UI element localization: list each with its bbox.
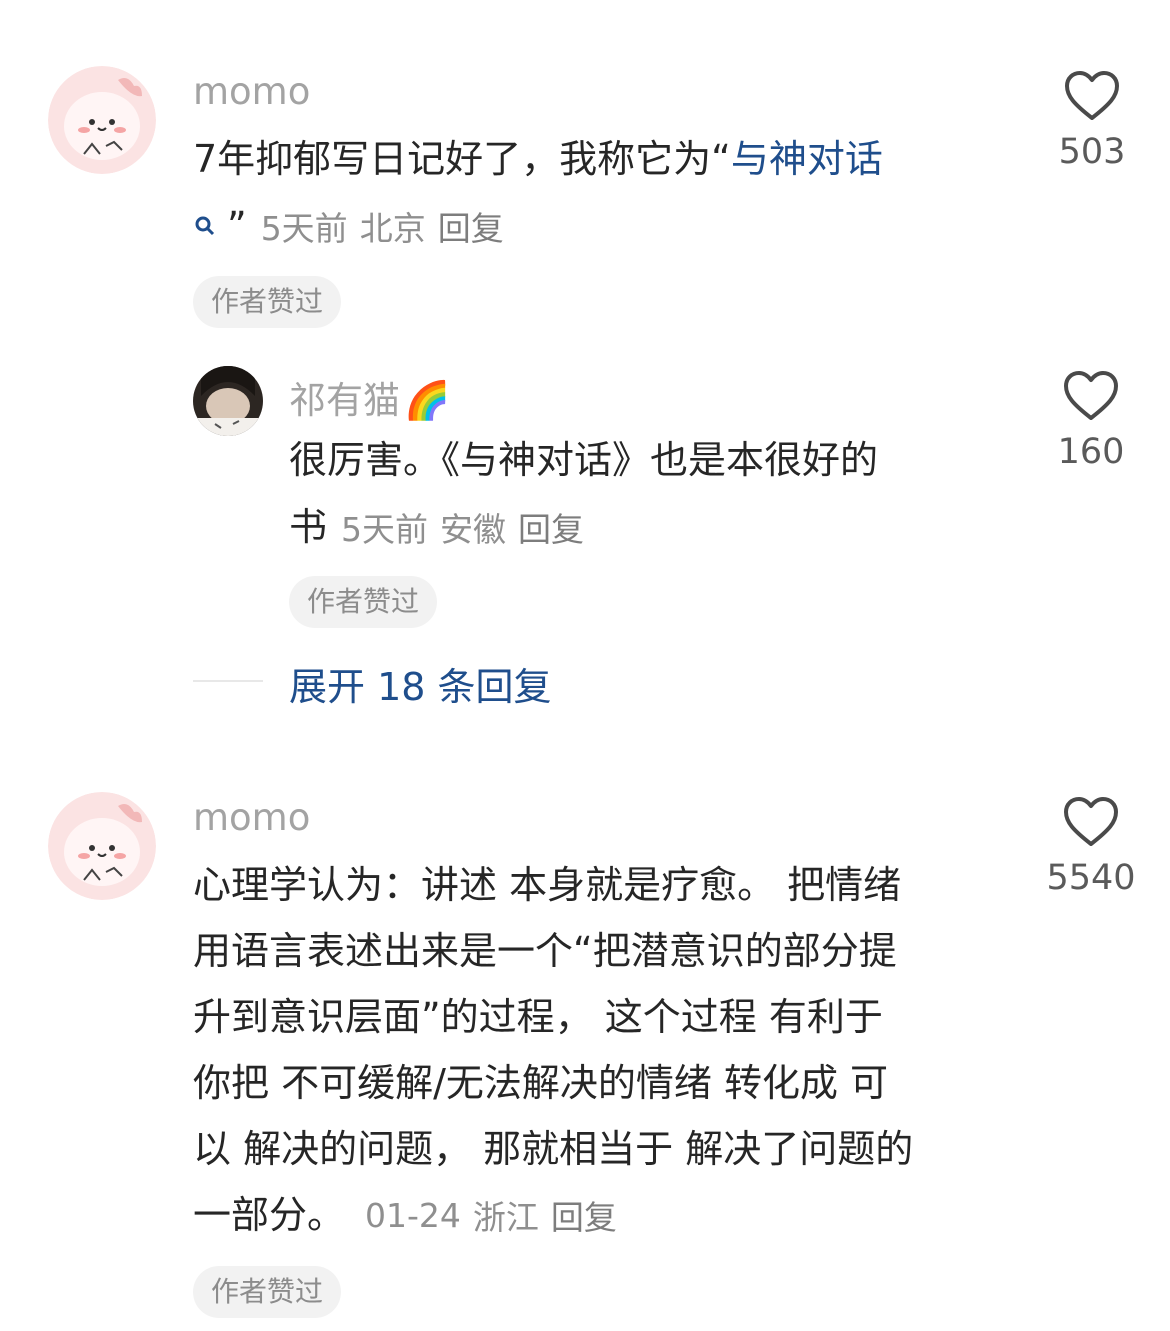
like-count: 503 xyxy=(1058,132,1126,172)
comment-meta-row: ” 5天前 北京 回复 xyxy=(193,196,504,256)
location: 浙江 xyxy=(472,1198,539,1237)
author-liked-badge: 作者赞过 xyxy=(193,276,342,328)
comment-line: 你把 不可缓解/无法解决的情绪 转化成 可 xyxy=(193,1061,889,1105)
timestamp: 5天前 xyxy=(260,209,348,248)
comment-line: 升到意识层面”的过程， 这个过程 有利于 xyxy=(193,995,883,1039)
location: 安徽 xyxy=(440,510,507,549)
comment-text: 心理学认为：讲述 本身就是疗愈。 把情绪 用语言表述出来是一个“把潜意识的部分提… xyxy=(193,852,1013,1248)
rainbow-emoji: 🌈 xyxy=(404,379,451,422)
like-button[interactable]: 503 xyxy=(1022,70,1162,172)
reply-text-line-2: 书 xyxy=(289,505,328,549)
comment-line: 心理学认为：讲述 本身就是疗愈。 把情绪 xyxy=(193,863,902,907)
comment-line: 以 解决的问题， 那就相当于 解决了问题的 xyxy=(193,1127,914,1171)
search-icon[interactable] xyxy=(193,214,217,238)
expand-divider xyxy=(193,680,263,682)
author-liked-badge: 作者赞过 xyxy=(193,1266,342,1318)
heart-icon[interactable] xyxy=(1064,70,1120,126)
reply-button[interactable]: 回复 xyxy=(518,503,584,551)
like-button[interactable]: 160 xyxy=(1021,370,1161,472)
search-link[interactable]: 与神对话 xyxy=(731,137,883,181)
timestamp: 01-24 xyxy=(365,1195,461,1235)
author-liked-badge: 作者赞过 xyxy=(289,576,438,628)
like-count: 160 xyxy=(1057,432,1125,472)
location: 北京 xyxy=(359,209,426,248)
expand-replies-button[interactable]: 展开 18 条回复 xyxy=(289,656,552,711)
comment-text-main: 7年抑郁写日记好了，我称它为“ xyxy=(193,137,731,181)
comment-line: 用语言表述出来是一个“把潜意识的部分提 xyxy=(193,929,897,973)
username[interactable]: momo xyxy=(193,796,310,839)
username[interactable]: 祁有猫 🌈 xyxy=(289,370,450,424)
username-text: 祁有猫 xyxy=(289,379,400,422)
avatar[interactable] xyxy=(48,66,156,174)
avatar[interactable] xyxy=(193,366,263,436)
username[interactable]: momo xyxy=(193,70,310,113)
avatar[interactable] xyxy=(48,792,156,900)
like-count: 5540 xyxy=(1046,858,1136,898)
comment-line: 一部分。 xyxy=(193,1193,346,1237)
closing-quote: ” xyxy=(227,204,247,248)
reply-text-line-1: 很厉害。《与神对话》也是本很好的 xyxy=(289,438,879,482)
reply-button[interactable]: 回复 xyxy=(551,1191,617,1239)
comment-text: 7年抑郁写日记好了，我称它为“与神对话 xyxy=(193,126,1003,192)
timestamp: 5天前 xyxy=(341,510,429,549)
like-button[interactable]: 5540 xyxy=(1021,796,1161,898)
reply-meta-row: 书 5天前 安徽 回复 xyxy=(289,494,584,560)
heart-icon[interactable] xyxy=(1063,796,1119,852)
reply-button[interactable]: 回复 xyxy=(438,202,504,250)
comment-last-row: 一部分。 01-24 浙江 回复 xyxy=(193,1182,1013,1248)
heart-icon[interactable] xyxy=(1063,370,1119,426)
